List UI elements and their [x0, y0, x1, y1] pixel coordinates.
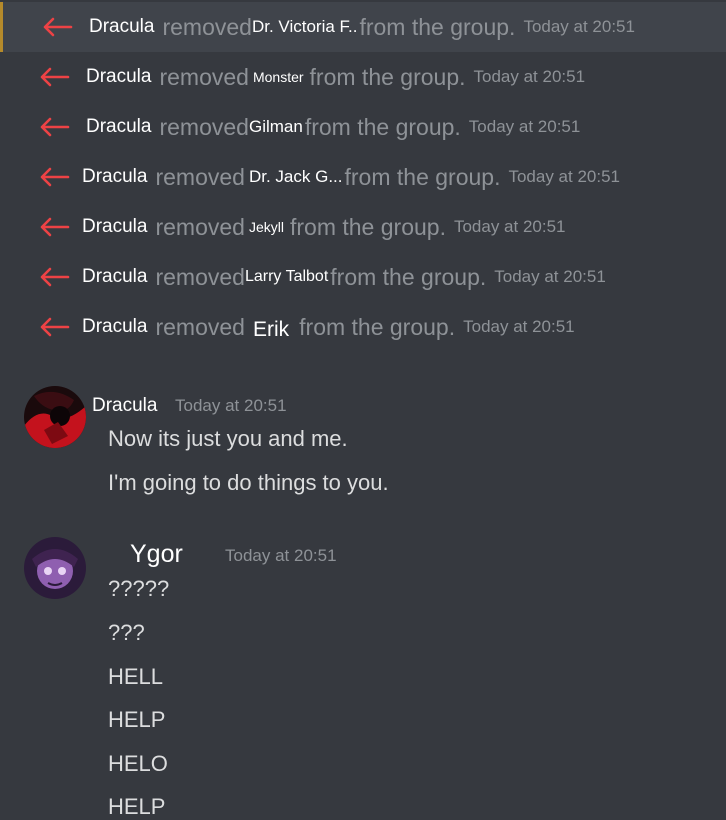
message-text: I'm going to do things to you.	[108, 470, 389, 495]
system-message: Dracula removed Dr. Jack G... from the g…	[0, 152, 726, 202]
actor-name[interactable]: Dracula	[89, 16, 154, 38]
action-suffix: from the group.	[309, 63, 466, 90]
timestamp: Today at 20:51	[473, 67, 586, 86]
message-text: ?????	[108, 576, 170, 601]
arrow-left-icon	[40, 117, 70, 137]
system-message: Dracula removed Larry Talbot from the gr…	[0, 252, 726, 302]
arrow-left-icon	[40, 167, 70, 187]
action-suffix: from the group.	[299, 313, 456, 340]
message-group: Dracula Today at 20:51 Now its just you …	[0, 380, 726, 510]
removed-member-name[interactable]: Larry Talbot	[245, 268, 328, 286]
timestamp: Today at 20:51	[468, 117, 581, 136]
message-text: HELL	[108, 664, 164, 689]
timestamp: Today at 20:51	[225, 546, 337, 565]
removed-member-name[interactable]: Gilman	[249, 117, 303, 137]
timestamp: Today at 20:51	[453, 217, 566, 236]
removed-member-name[interactable]: Dr. Jack G...	[249, 167, 343, 187]
ygor-avatar-image	[24, 537, 86, 599]
avatar[interactable]	[24, 386, 86, 448]
system-message: Dracula removed Dr. Victoria F.. from th…	[0, 2, 726, 52]
action-verb: removed	[155, 163, 245, 190]
system-message: Dracula removed Gilman from the group. T…	[0, 102, 726, 152]
removed-member-name[interactable]: Dr. Victoria F..	[252, 17, 358, 37]
action-verb: removed	[162, 13, 252, 40]
message-text: HELP	[108, 794, 166, 819]
action-verb: removed	[155, 213, 245, 240]
actor-name[interactable]: Dracula	[82, 316, 147, 338]
actor-name[interactable]: Dracula	[82, 166, 147, 188]
arrow-left-icon	[40, 67, 70, 87]
actor-name[interactable]: Dracula	[86, 116, 151, 138]
action-suffix: from the group.	[359, 13, 516, 40]
system-message: Dracula removed Monster from the group. …	[0, 52, 726, 102]
avatar[interactable]	[24, 537, 86, 599]
timestamp: Today at 20:51	[463, 317, 575, 336]
message-text: ???	[108, 620, 145, 645]
arrow-left-icon	[40, 317, 70, 337]
action-verb: removed	[155, 313, 245, 340]
action-verb: removed	[159, 63, 249, 90]
actor-name[interactable]: Dracula	[82, 216, 147, 238]
action-suffix: from the group.	[289, 213, 446, 240]
timestamp: Today at 20:51	[508, 167, 620, 186]
author-name[interactable]: Dracula	[92, 395, 157, 417]
system-message: Dracula removed Erik from the group. Tod…	[0, 302, 726, 352]
removed-member-name[interactable]: Erik	[253, 318, 289, 342]
arrow-left-icon	[40, 217, 70, 237]
arrow-left-icon	[40, 267, 70, 287]
action-suffix: from the group.	[344, 163, 501, 190]
action-verb: removed	[159, 113, 249, 140]
dracula-avatar-image	[24, 386, 86, 448]
action-suffix: from the group.	[304, 113, 461, 140]
message-text: HELO	[108, 751, 168, 776]
message-group: Ygor Today at 20:51 ????? ??? HELL HELP …	[0, 530, 726, 819]
timestamp: Today at 20:51	[494, 267, 606, 286]
removed-member-name[interactable]: Jekyll	[249, 219, 284, 235]
message-text: HELP	[108, 707, 166, 732]
action-suffix: from the group.	[330, 263, 487, 290]
timestamp: Today at 20:51	[523, 17, 635, 36]
actor-name[interactable]: Dracula	[82, 266, 147, 288]
message-text: Now its just you and me.	[108, 426, 348, 451]
timestamp: Today at 20:51	[175, 396, 287, 415]
removed-member-name[interactable]: Monster	[253, 69, 304, 85]
action-verb: removed	[155, 263, 245, 290]
system-message: Dracula removed Jekyll from the group. T…	[0, 202, 726, 252]
author-name[interactable]: Ygor	[130, 540, 183, 569]
actor-name[interactable]: Dracula	[86, 66, 151, 88]
arrow-left-icon	[43, 17, 73, 37]
